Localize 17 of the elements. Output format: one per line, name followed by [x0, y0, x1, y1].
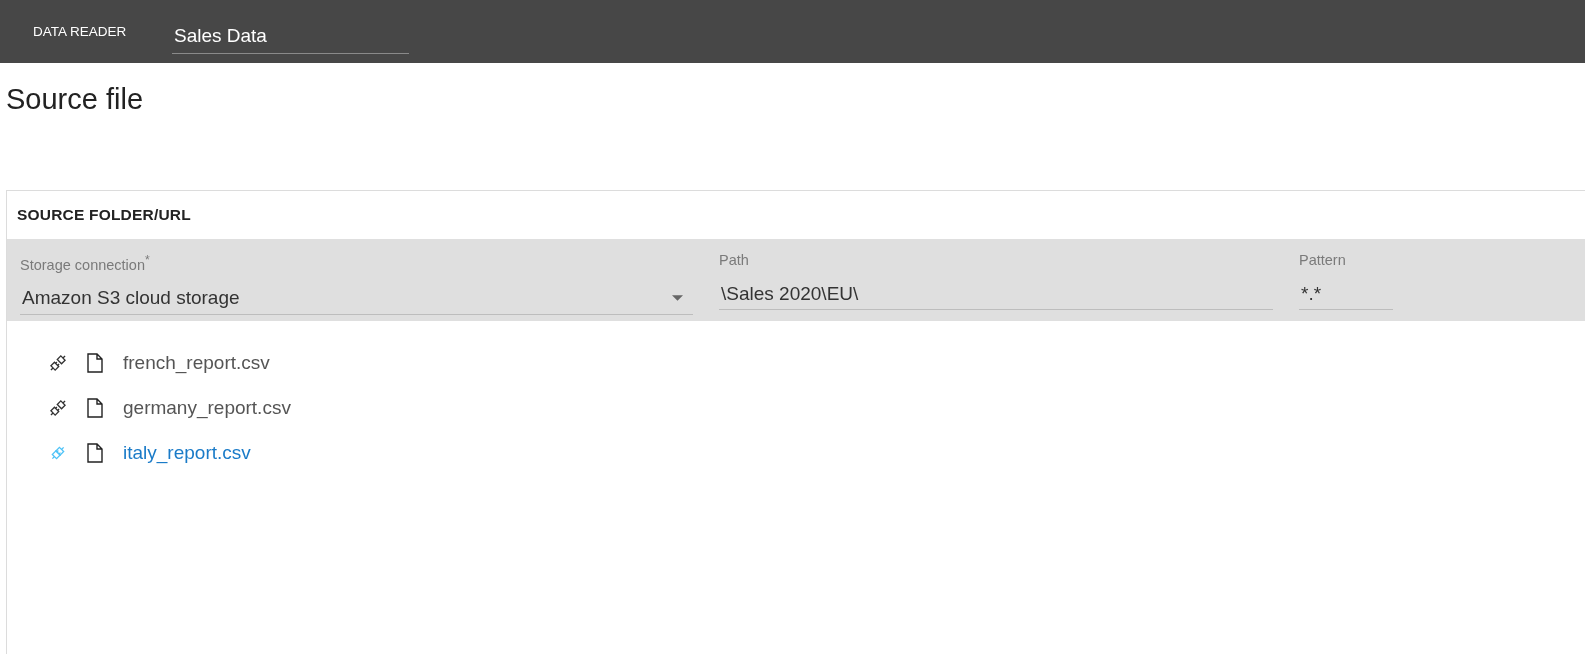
file-icon — [87, 352, 103, 373]
file-name[interactable]: french_report.csv — [123, 351, 270, 374]
field-label: Path — [719, 251, 750, 270]
page-heading: Source file — [5, 82, 144, 117]
field-label: Storage connection$^{*}$ — [20, 252, 151, 275]
file-name[interactable]: germany_report.csv — [123, 396, 291, 419]
text-field[interactable]: *.* — [1299, 278, 1393, 310]
file-icon — [87, 397, 103, 418]
file-icon — [87, 442, 103, 463]
caret-icon — [672, 295, 683, 302]
field-label: Pattern — [1299, 251, 1347, 270]
panel-title: SOURCE FOLDER/URL — [17, 206, 191, 224]
file-name[interactable]: italy_report.csv — [123, 441, 251, 464]
app-name: DATA READER — [33, 24, 128, 39]
storage-dropdown[interactable]: Amazon S3 cloud storage — [20, 282, 693, 315]
text-field[interactable]: \Sales 2020\EU\ — [719, 278, 1273, 310]
title-field[interactable]: Sales Data — [172, 17, 409, 54]
